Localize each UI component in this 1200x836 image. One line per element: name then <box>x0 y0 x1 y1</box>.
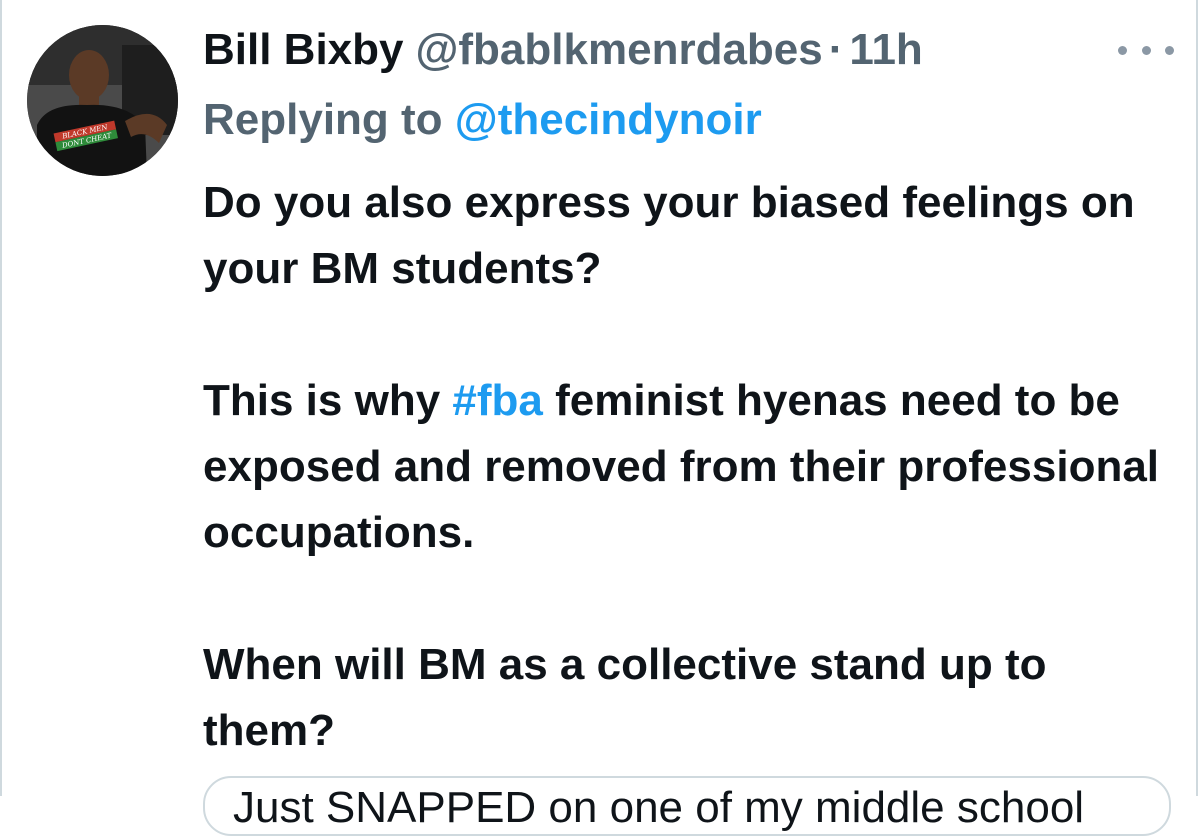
tweet-header: Bill Bixby @fbablkmenrdabes · 11h <box>203 22 923 78</box>
avatar-photo: BLACK MEN DONT CHEAT <box>27 25 178 176</box>
tweet-paragraph-2: This is why #fba feminist hyenas need to… <box>203 368 1178 566</box>
quoted-tweet-card[interactable]: Just SNAPPED on one of my middle school <box>203 776 1171 836</box>
replying-to: Replying to @thecindynoir <box>203 92 762 148</box>
tweet-paragraph-1: Do you also express your biased feelings… <box>203 178 1135 293</box>
hashtag-link[interactable]: #fba <box>452 376 542 425</box>
more-horizontal-icon[interactable] <box>1118 38 1174 62</box>
quoted-tweet-text: Just SNAPPED on one of my middle school <box>233 783 1085 832</box>
author-name[interactable]: Bill Bixby <box>203 25 404 74</box>
timestamp[interactable]: 11h <box>849 25 922 74</box>
tweet-paragraph-3: When will BM as a collective stand up to… <box>203 640 1047 755</box>
paragraph-2-start: This is why <box>203 376 453 425</box>
author-handle[interactable]: @fbablkmenrdabes <box>416 25 823 74</box>
reply-mention-link[interactable]: @thecindynoir <box>455 95 762 144</box>
more-dot <box>1118 45 1127 55</box>
separator-dot: · <box>828 25 844 74</box>
reply-prefix: Replying to <box>203 95 443 144</box>
tweet-text: Do you also express your biased feelings… <box>203 170 1178 764</box>
more-dot <box>1141 45 1151 55</box>
more-dot <box>1165 45 1174 55</box>
avatar[interactable]: BLACK MEN DONT CHEAT <box>27 25 178 176</box>
